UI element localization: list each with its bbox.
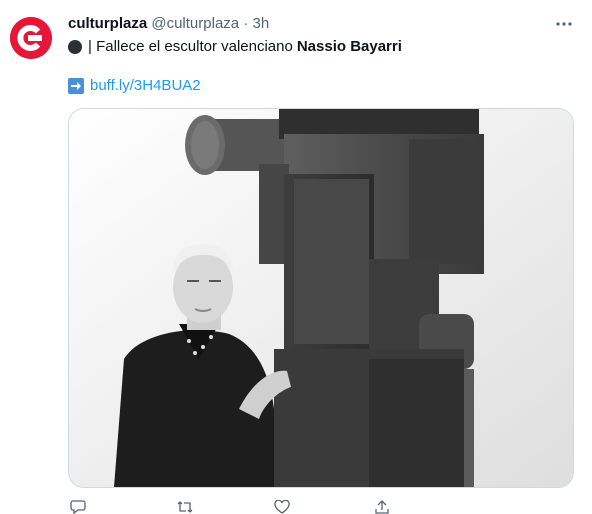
retweet-button[interactable] xyxy=(176,500,200,514)
timestamp[interactable]: 3h xyxy=(252,15,269,32)
retweet-icon xyxy=(177,501,193,513)
handle[interactable]: @culturplaza xyxy=(151,15,239,32)
tweet-actions xyxy=(68,500,488,514)
culturplaza-logo xyxy=(10,17,52,59)
tweet-header: culturplaza @culturplaza · 3h xyxy=(68,14,269,34)
heart-icon xyxy=(274,500,290,514)
sculptor-photo xyxy=(69,109,573,487)
black-circle-icon xyxy=(68,40,82,54)
tweet-text-bold: Nassio Bayarri xyxy=(296,38,402,55)
tweet-text: | Fallece el escultor valenciano Nassio … xyxy=(68,37,402,57)
separator: · xyxy=(243,15,249,32)
tweet-text-prefix: | Fallece el escultor valenciano xyxy=(88,38,293,55)
display-name[interactable]: culturplaza xyxy=(68,15,147,32)
tweet-photo[interactable] xyxy=(68,108,574,488)
tweet-link[interactable]: buff.ly/3H4BUA2 xyxy=(90,76,201,96)
share-icon xyxy=(375,500,389,514)
right-arrow-icon xyxy=(68,78,84,94)
share-button[interactable] xyxy=(374,500,390,514)
reply-icon xyxy=(70,500,86,514)
tweet-link-line: buff.ly/3H4BUA2 xyxy=(68,76,201,96)
avatar[interactable] xyxy=(10,17,52,59)
more-button[interactable] xyxy=(552,12,576,36)
more-icon xyxy=(556,22,572,26)
like-button[interactable] xyxy=(274,500,296,514)
reply-button[interactable] xyxy=(70,500,92,514)
